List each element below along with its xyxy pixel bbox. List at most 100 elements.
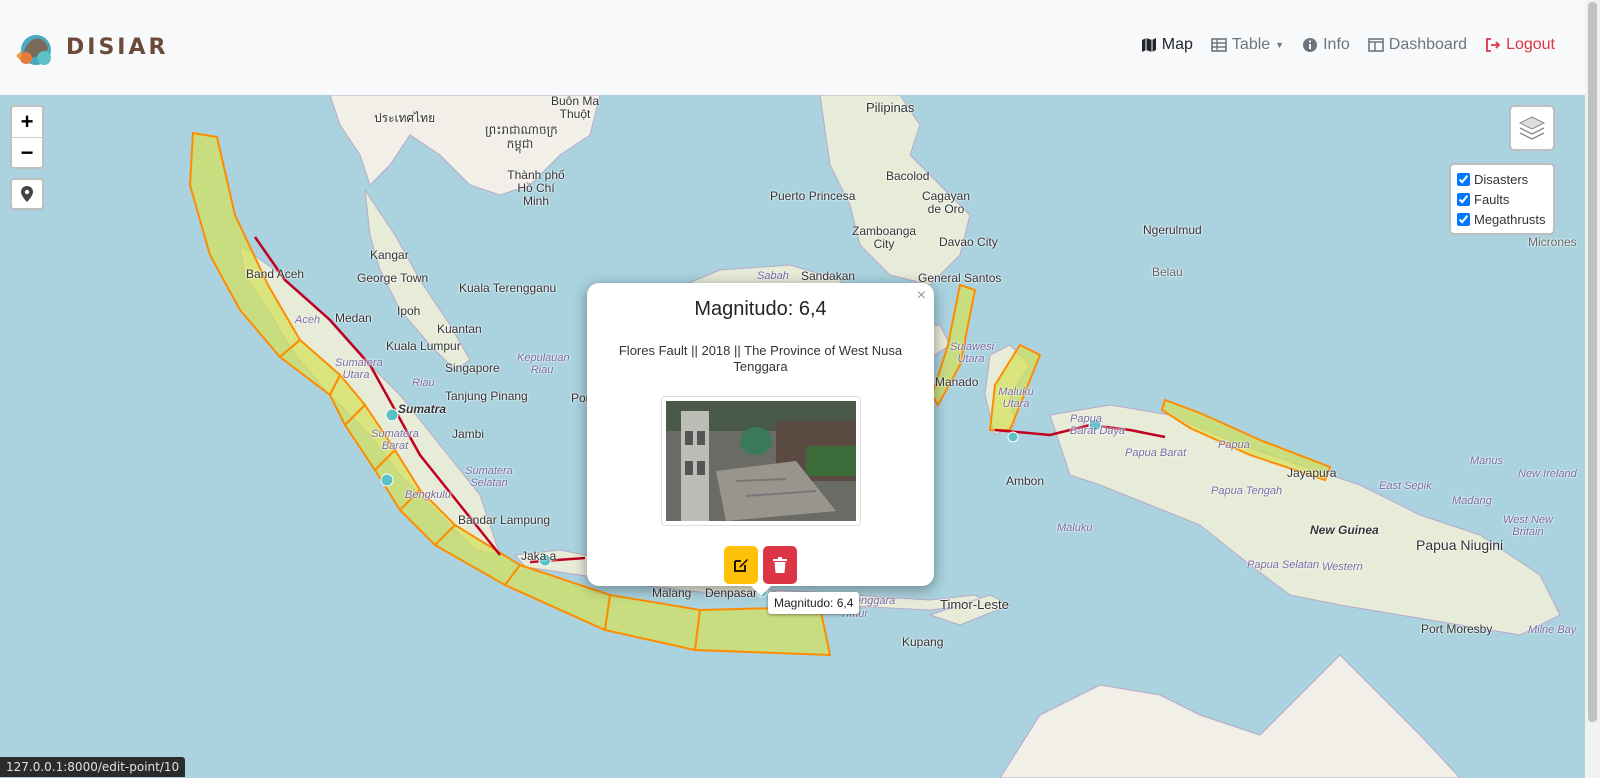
layers-button[interactable] bbox=[1509, 105, 1555, 151]
main-nav: Map Table ▼ Info Dashboard Logout bbox=[1141, 36, 1555, 54]
overlay-label: Disasters bbox=[1474, 171, 1529, 187]
map-label: Thành phố Hồ Chí Minh bbox=[507, 168, 565, 208]
dashboard-icon bbox=[1367, 38, 1384, 52]
map-label: Timor-Leste bbox=[940, 597, 1009, 612]
map-label: Manus bbox=[1470, 455, 1504, 467]
overlay-label: Faults bbox=[1474, 191, 1510, 207]
zoom-control: + − bbox=[10, 105, 44, 169]
map-label: Milne Bay bbox=[1528, 624, 1577, 636]
map-label: Bandar Lampung bbox=[458, 513, 551, 527]
map-label: Papua Niugini bbox=[1416, 537, 1504, 553]
layers-icon bbox=[1518, 116, 1546, 140]
map-label: Pilipinas bbox=[866, 100, 915, 115]
map-label: Papua Tengah bbox=[1211, 485, 1283, 497]
nav-logout[interactable]: Logout bbox=[1485, 36, 1555, 54]
map-label: Kuala Lumpur bbox=[386, 339, 461, 353]
map-label: Kuantan bbox=[437, 322, 482, 336]
info-icon bbox=[1303, 38, 1318, 52]
overlay-control: Disasters Faults Megathrusts bbox=[1449, 163, 1555, 235]
scrollbar[interactable] bbox=[1585, 0, 1600, 778]
overlay-megathrusts[interactable]: Megathrusts bbox=[1457, 209, 1547, 229]
overlay-faults[interactable]: Faults bbox=[1457, 189, 1547, 209]
map-label: Papua bbox=[1218, 439, 1250, 451]
map-label: Riau bbox=[412, 377, 435, 389]
locate-button[interactable] bbox=[10, 178, 44, 210]
map-label: Singapore bbox=[445, 361, 500, 375]
brand[interactable]: DISIAR bbox=[14, 28, 168, 68]
status-url: 127.0.0.1:8000/edit-point/10 bbox=[0, 757, 186, 777]
map-label: Ngerulmud bbox=[1143, 223, 1202, 237]
nav-table-label: Table bbox=[1231, 36, 1271, 53]
nav-dashboard[interactable]: Dashboard bbox=[1367, 36, 1467, 54]
zoom-out-button[interactable]: − bbox=[12, 137, 42, 167]
nav-info[interactable]: Info bbox=[1302, 36, 1350, 54]
popup-actions bbox=[587, 546, 934, 584]
nav-map[interactable]: Map bbox=[1141, 36, 1193, 54]
popup-close-button[interactable]: × bbox=[917, 287, 926, 305]
map-label: Sabah bbox=[757, 270, 789, 282]
overlay-label: Megathrusts bbox=[1474, 211, 1546, 227]
map-label: East Sepik bbox=[1379, 480, 1432, 492]
map-label: Kupang bbox=[902, 635, 944, 649]
map-label: Sulawesi Utara bbox=[950, 341, 995, 365]
map-label: Maluku bbox=[1057, 522, 1093, 534]
map-label: Sumatera Barat bbox=[371, 428, 419, 452]
map-label: Zamboanga City bbox=[852, 224, 917, 251]
map-label: Ambon bbox=[1006, 474, 1045, 488]
map-label: Sumatera Utara bbox=[335, 357, 383, 381]
overlay-disasters[interactable]: Disasters bbox=[1457, 169, 1547, 189]
logo-icon bbox=[16, 34, 51, 65]
zoom-in-button[interactable]: + bbox=[12, 107, 42, 137]
map-label: Davao City bbox=[939, 235, 998, 249]
map-label: Medan bbox=[335, 311, 372, 325]
map-label: Buôn Ma Thuột bbox=[550, 95, 600, 121]
map-label: Kangar bbox=[370, 248, 409, 262]
map-label: New Ireland bbox=[1518, 468, 1577, 480]
map-label: Port Moresby bbox=[1421, 622, 1493, 636]
map-label: ประเทศไทย bbox=[374, 111, 436, 125]
map-label: Jayapura bbox=[1287, 466, 1337, 480]
megathrusts-checkbox[interactable] bbox=[1457, 212, 1470, 226]
disaster-image bbox=[665, 401, 856, 521]
map-icon bbox=[1141, 38, 1156, 52]
map-label: Puerto Princesa bbox=[770, 189, 856, 203]
map-label: Sandakan bbox=[801, 269, 856, 283]
map-label: General Santos bbox=[918, 271, 1002, 285]
map-label: George Town bbox=[357, 271, 429, 285]
map-label: Bengkulu bbox=[405, 489, 451, 501]
disaster-popup: × Magnitudo: 6,4 Flores Fault || 2018 ||… bbox=[587, 283, 934, 596]
disaster-photo bbox=[660, 396, 861, 526]
map-label: Papua Barat bbox=[1125, 447, 1187, 459]
navbar: DISIAR Map Table ▼ Info Dashboard Logout bbox=[0, 0, 1585, 95]
table-icon bbox=[1211, 38, 1227, 52]
map-label: Micrones bbox=[1528, 235, 1577, 249]
map-label: Kuala Terengganu bbox=[459, 281, 557, 295]
map-label: Jaka a bbox=[521, 549, 557, 563]
nav-info-label: Info bbox=[1323, 36, 1350, 53]
map-label: ព្រះរាជាណាចក្រ កម្ពុជា bbox=[485, 123, 558, 151]
map-label: Sumatra bbox=[398, 402, 447, 416]
delete-button[interactable] bbox=[763, 546, 797, 584]
map-label: Cagayan de Oro bbox=[921, 189, 971, 216]
map-label: Kepulauan Riau bbox=[517, 352, 570, 376]
faults-checkbox[interactable] bbox=[1457, 192, 1470, 206]
map-label: Tanjung Pinang bbox=[445, 389, 528, 403]
map-label: Western bbox=[1322, 561, 1363, 573]
map-label: Malang bbox=[652, 586, 692, 600]
disasters-checkbox[interactable] bbox=[1457, 172, 1470, 186]
locate-icon bbox=[21, 186, 33, 202]
map-canvas[interactable]: Buôn Ma Thuột ประเทศไทย ព្រះរាជាណាចក្រ ក… bbox=[0, 95, 1585, 778]
nav-table[interactable]: Table ▼ bbox=[1211, 36, 1284, 54]
popup-title: Magnitudo: 6,4 bbox=[694, 298, 827, 320]
marker-tooltip: Magnitudo: 6,4 bbox=[768, 592, 860, 614]
scrollbar-thumb[interactable] bbox=[1588, 2, 1597, 722]
nav-logout-label: Logout bbox=[1506, 36, 1555, 53]
map-label: Manado bbox=[935, 375, 979, 389]
edit-button[interactable] bbox=[724, 546, 758, 584]
map-label: Belau bbox=[1152, 265, 1183, 279]
map-label: Jambi bbox=[452, 427, 485, 441]
nav-map-label: Map bbox=[1161, 36, 1193, 53]
map-label: Papua Barat Daya bbox=[1070, 413, 1126, 437]
map-label: Ipoh bbox=[397, 304, 421, 318]
chevron-down-icon: ▼ bbox=[1275, 40, 1285, 50]
